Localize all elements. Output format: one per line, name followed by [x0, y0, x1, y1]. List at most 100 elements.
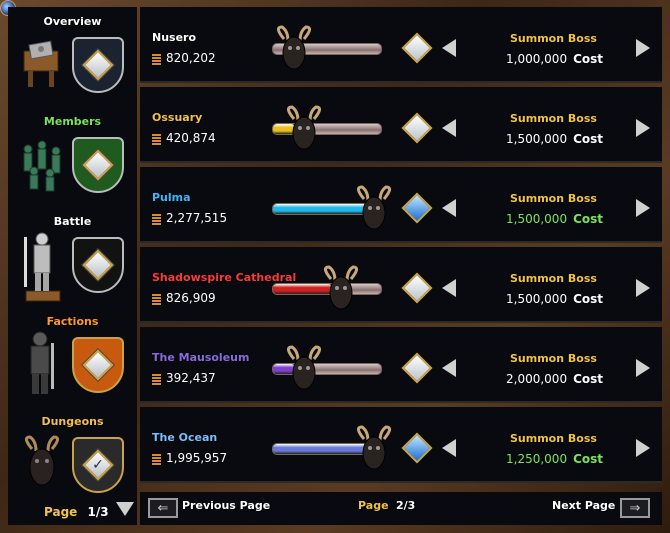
next-page-label[interactable]: Next Page: [552, 499, 615, 512]
diamond-gem-icon: [82, 249, 114, 281]
diamond-gem-icon[interactable]: [401, 272, 433, 304]
previous-page-button[interactable]: ⇐: [148, 498, 178, 518]
sidebar-label-members: Members: [43, 115, 102, 128]
diamond-gem-icon: [82, 149, 114, 181]
footer-page-value: 2/3: [396, 499, 416, 512]
next-boss-arrow-icon[interactable]: [636, 279, 650, 297]
sidebar-label-battle: Battle: [53, 215, 92, 228]
cost-value: 2,000,000: [506, 372, 568, 386]
cost-value: 1,500,000: [506, 212, 568, 226]
cost-label: Cost: [573, 292, 604, 306]
summon-cost: 2,000,000 Cost: [506, 372, 603, 386]
next-boss-arrow-icon[interactable]: [636, 199, 650, 217]
counter-icon: [152, 294, 161, 306]
summon-boss-button[interactable]: Summon Boss: [510, 432, 597, 445]
blue-gem-icon[interactable]: [401, 192, 433, 224]
counter-icon: [152, 454, 161, 466]
summon-cost: 1,500,000 Cost: [506, 292, 603, 306]
factions-shield-button[interactable]: [72, 337, 124, 393]
diamond-gem-icon: [82, 349, 114, 381]
next-boss-arrow-icon[interactable]: [636, 359, 650, 377]
footer-page-label: Page: [358, 499, 389, 512]
sidebar-label-factions: Factions: [46, 315, 99, 328]
dungeon-name: The Ocean: [152, 431, 218, 444]
prev-boss-arrow-icon[interactable]: [442, 359, 456, 377]
arrow-right-icon: ⇒: [629, 500, 641, 516]
summon-boss-button[interactable]: Summon Boss: [510, 272, 597, 285]
sidebar-page-indicator: Page 1/3: [44, 505, 109, 519]
window-frame: Overview Members Battle Factions Dungeon…: [0, 0, 670, 533]
counter-icon: [152, 54, 161, 66]
horned-skull-icon[interactable]: [18, 435, 66, 493]
sidebar-page-value: 1/3: [87, 505, 109, 519]
summon-boss-button[interactable]: Summon Boss: [510, 32, 597, 45]
dungeon-count: 826,909: [166, 291, 216, 305]
dungeon-count: 2,277,515: [166, 211, 228, 225]
horned-boss-icon: [287, 345, 321, 390]
previous-page-label[interactable]: Previous Page: [182, 499, 270, 512]
cost-label: Cost: [573, 212, 604, 226]
blue-gem-icon[interactable]: [401, 432, 433, 464]
horned-boss-icon: [287, 105, 321, 150]
dungeon-count: 420,874: [166, 131, 216, 145]
diamond-gem-icon[interactable]: [401, 32, 433, 64]
dungeon-row: Pulma 2,277,515 Summon Boss 1,500,000 Cost: [140, 167, 662, 243]
overview-shield-button[interactable]: [72, 37, 124, 93]
dungeon-name: The Mausoleum: [152, 351, 250, 364]
pagination-footer: ⇐ Previous Page Page 2/3 Next Page ⇒: [140, 492, 662, 525]
dungeon-name: Ossuary: [152, 111, 203, 124]
sidebar-label-dungeons: Dungeons: [41, 415, 104, 428]
next-boss-arrow-icon[interactable]: [636, 119, 650, 137]
dungeon-row: Nusero 820,202 Summon Boss 1,000,000 Cost: [140, 7, 662, 83]
party-figures-icon[interactable]: [18, 135, 66, 193]
arrow-left-icon: ⇐: [157, 500, 169, 516]
dark-knight-icon[interactable]: [18, 329, 66, 399]
cost-value: 1,500,000: [506, 132, 568, 146]
summon-cost: 1,500,000 Cost: [506, 212, 603, 226]
diamond-gem-icon[interactable]: [401, 112, 433, 144]
dungeon-name: Nusero: [152, 31, 197, 44]
dungeon-row: The Ocean 1,995,957 Summon Boss 1,250,000 Co…: [140, 407, 662, 483]
next-boss-arrow-icon[interactable]: [636, 39, 650, 57]
summon-cost: 1,000,000 Cost: [506, 52, 603, 66]
prev-boss-arrow-icon[interactable]: [442, 39, 456, 57]
page-down-arrow-icon[interactable]: [116, 502, 134, 516]
summon-boss-button[interactable]: Summon Boss: [510, 192, 597, 205]
dungeon-count: 820,202: [166, 51, 216, 65]
prev-boss-arrow-icon[interactable]: [442, 119, 456, 137]
horned-boss-icon: [357, 425, 391, 470]
cost-value: 1,000,000: [506, 52, 568, 66]
diamond-gem-icon: [82, 49, 114, 81]
table-with-book-icon[interactable]: [18, 35, 66, 93]
summon-cost: 1,500,000 Cost: [506, 132, 603, 146]
counter-icon: [152, 374, 161, 386]
prev-boss-arrow-icon[interactable]: [442, 199, 456, 217]
next-boss-arrow-icon[interactable]: [636, 439, 650, 457]
diamond-gem-icon[interactable]: [401, 352, 433, 384]
summon-boss-button[interactable]: Summon Boss: [510, 352, 597, 365]
sidebar-page-label: Page: [44, 505, 78, 519]
summon-boss-button[interactable]: Summon Boss: [510, 112, 597, 125]
dungeon-name: Pulma: [152, 191, 191, 204]
counter-icon: [152, 214, 161, 226]
battle-shield-button[interactable]: [72, 237, 124, 293]
sidebar-label-overview: Overview: [43, 15, 102, 28]
sidebar: Overview Members Battle Factions Dungeon…: [8, 7, 137, 525]
dungeon-count: 392,437: [166, 371, 216, 385]
cost-label: Cost: [573, 52, 604, 66]
horned-boss-icon: [324, 265, 358, 310]
cost-value: 1,250,000: [506, 452, 568, 466]
knight-statue-icon[interactable]: [18, 229, 66, 303]
members-shield-button[interactable]: [72, 137, 124, 193]
counter-icon: [152, 134, 161, 146]
prev-boss-arrow-icon[interactable]: [442, 279, 456, 297]
dungeon-list: Nusero 820,202 Summon Boss 1,000,000 Cost Oss…: [140, 7, 662, 489]
checkmark-gem-icon: [82, 449, 114, 481]
prev-boss-arrow-icon[interactable]: [442, 439, 456, 457]
cost-label: Cost: [573, 132, 604, 146]
dungeons-shield-button[interactable]: [72, 437, 124, 493]
horned-boss-icon: [357, 185, 391, 230]
next-page-button[interactable]: ⇒: [620, 498, 650, 518]
horned-boss-icon: [277, 25, 311, 70]
cost-value: 1,500,000: [506, 292, 568, 306]
